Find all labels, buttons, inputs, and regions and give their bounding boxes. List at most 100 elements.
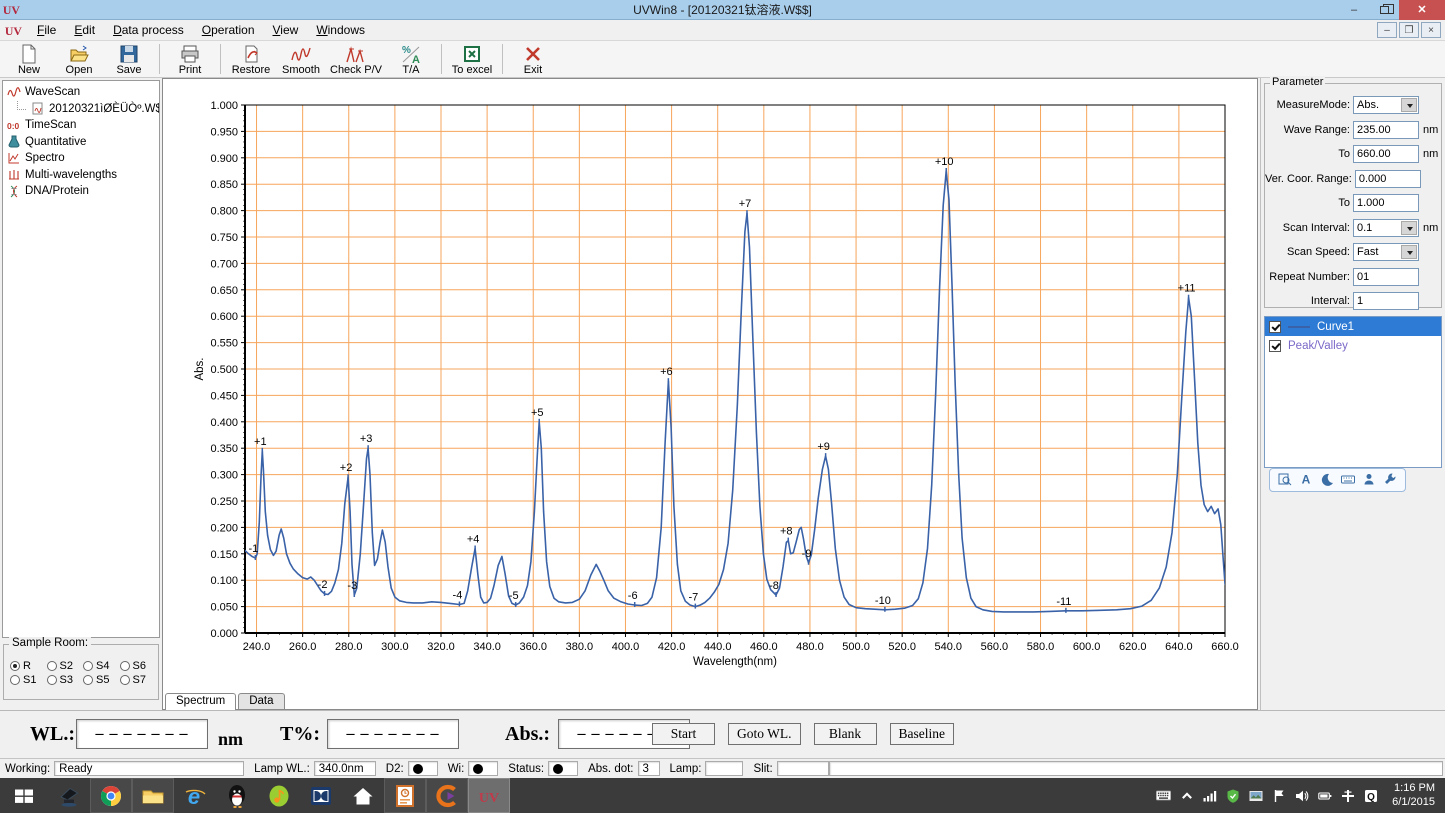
home-app[interactable]: [342, 778, 384, 813]
chart-tool-strip: A: [1269, 468, 1406, 492]
text-icon[interactable]: A: [1298, 472, 1314, 488]
select-scan-speed[interactable]: Fast: [1353, 243, 1419, 261]
status-label-working: Working:: [5, 763, 50, 775]
sidebar-item-timescan[interactable]: 0:0TimeScan: [3, 117, 159, 134]
caj-viewer-app[interactable]: [426, 778, 468, 813]
sample-room-option-s4[interactable]: S4: [83, 659, 118, 673]
qq-music-app[interactable]: [258, 778, 300, 813]
volume-icon[interactable]: [1294, 788, 1309, 803]
to-excel-button[interactable]: To excel: [447, 41, 497, 77]
minimize-button[interactable]: –: [1339, 0, 1369, 20]
input-to[interactable]: 1.000: [1353, 194, 1419, 212]
sidebar-item-quantitative[interactable]: Quantitative: [3, 134, 159, 151]
input-wave-range[interactable]: 235.00: [1353, 121, 1419, 139]
ime-cross-icon[interactable]: [1340, 788, 1355, 803]
baseline-button[interactable]: Baseline: [890, 723, 955, 745]
menu-file[interactable]: File: [28, 21, 65, 39]
menu-operation[interactable]: Operation: [193, 21, 264, 39]
qq-app[interactable]: [216, 778, 258, 813]
menu-edit[interactable]: Edit: [65, 21, 104, 39]
new-button[interactable]: New: [4, 41, 54, 77]
sample-room-option-s7[interactable]: S7: [120, 673, 155, 687]
night-icon[interactable]: [1319, 472, 1335, 488]
sample-room-option-s5[interactable]: S5: [83, 673, 118, 687]
svg-text:260.0: 260.0: [289, 641, 317, 653]
keyboard-small-icon[interactable]: [1340, 472, 1356, 488]
photos-tray-icon[interactable]: [1248, 788, 1263, 803]
svg-text:380.0: 380.0: [566, 641, 594, 653]
internet-explorer-app[interactable]: e: [174, 778, 216, 813]
office-tool-app[interactable]: [384, 778, 426, 813]
antivirus-shield-icon[interactable]: [1225, 788, 1240, 803]
sidebar-item-multi-wavelengths[interactable]: Multi-wavelengths: [3, 167, 159, 184]
menu-view[interactable]: View: [264, 21, 308, 39]
restore-button[interactable]: Restore: [226, 41, 276, 77]
t-a-button[interactable]: %AT/A: [386, 41, 436, 77]
power-battery-icon[interactable]: [1317, 788, 1332, 803]
wrench-icon[interactable]: [1382, 472, 1398, 488]
save-button[interactable]: Save: [104, 41, 154, 77]
sidebar-item-dna-protein[interactable]: DNA/Protein: [3, 183, 159, 200]
sample-room-group: Sample Room: RS2S4S6S1S3S5S7: [3, 644, 159, 700]
exit-button[interactable]: Exit: [508, 41, 558, 77]
select-scan-interval[interactable]: 0.1: [1353, 219, 1419, 237]
wl-readout-field[interactable]: – – – – – – –: [76, 719, 208, 749]
menu-windows[interactable]: Windows: [307, 21, 374, 39]
select-measuremode[interactable]: Abs.: [1353, 96, 1419, 114]
print-button[interactable]: Print: [165, 41, 215, 77]
toolbar-button-label: To excel: [452, 64, 492, 76]
scanner-app[interactable]: [48, 778, 90, 813]
check-p-v-button[interactable]: Check P/V: [326, 41, 386, 77]
param-row: Scan Speed:Fast: [1265, 240, 1441, 265]
svg-text:0.500: 0.500: [210, 364, 238, 376]
spectrum-plot[interactable]: 0.0000.0500.1000.1500.2000.2500.3000.350…: [163, 79, 1257, 709]
legend-item-peak-valley[interactable]: Peak/Valley: [1265, 336, 1441, 355]
radio-label: S3: [60, 674, 73, 686]
child-restore-button[interactable]: ❐: [1399, 22, 1419, 38]
svg-text:+7: +7: [739, 198, 752, 210]
child-minimize-button[interactable]: –: [1377, 22, 1397, 38]
input-to[interactable]: 660.00: [1353, 145, 1419, 163]
sample-room-option-s3[interactable]: S3: [47, 673, 82, 687]
restore-button[interactable]: [1369, 0, 1399, 20]
child-close-button[interactable]: ×: [1421, 22, 1441, 38]
sidebar-item-spectro[interactable]: Spectro: [3, 150, 159, 167]
show-hidden-icons[interactable]: [1179, 788, 1194, 803]
zoom-box-icon[interactable]: [1277, 472, 1293, 488]
close-button[interactable]: ✕: [1399, 0, 1445, 20]
tab-spectrum[interactable]: Spectrum: [165, 693, 236, 710]
goto-wl-button[interactable]: Goto WL.: [728, 723, 801, 745]
input-ver-coor-range[interactable]: 0.000: [1355, 170, 1421, 188]
open-button[interactable]: Open: [54, 41, 104, 77]
chrome-app[interactable]: [90, 778, 132, 813]
input-repeat-number[interactable]: 01: [1353, 268, 1419, 286]
dolby-app[interactable]: [300, 778, 342, 813]
menu-data-process[interactable]: Data process: [104, 21, 193, 39]
action-center-flag-icon[interactable]: [1271, 788, 1286, 803]
qq-tray-icon[interactable]: Q: [1363, 788, 1378, 803]
visibility-checkbox[interactable]: [1269, 321, 1281, 333]
input-interval[interactable]: 1: [1353, 292, 1419, 310]
tab-data[interactable]: Data: [238, 693, 284, 709]
sidebar-item-wavescan[interactable]: WaveScan: [3, 84, 159, 101]
sample-room-option-s2[interactable]: S2: [47, 659, 82, 673]
radio-button: [47, 661, 57, 671]
t-percent-readout-field[interactable]: – – – – – – –: [327, 719, 459, 749]
sample-room-option-r[interactable]: R: [10, 659, 45, 673]
sample-room-option-s1[interactable]: S1: [10, 673, 45, 687]
start-button[interactable]: [0, 778, 48, 813]
uvwin-app[interactable]: UV: [468, 778, 510, 813]
blank-button[interactable]: Blank: [814, 723, 877, 745]
network-signal-icon[interactable]: [1202, 788, 1217, 803]
start-button[interactable]: Start: [652, 723, 715, 745]
smooth-button[interactable]: Smooth: [276, 41, 326, 77]
file-explorer-app[interactable]: [132, 778, 174, 813]
touch-keyboard-icon[interactable]: [1156, 788, 1171, 803]
spectrum-chart-panel[interactable]: 0.0000.0500.1000.1500.2000.2500.3000.350…: [162, 78, 1258, 710]
svg-text:0.600: 0.600: [210, 311, 238, 323]
visibility-checkbox[interactable]: [1269, 340, 1281, 352]
sample-room-option-s6[interactable]: S6: [120, 659, 155, 673]
sidebar-item-20120321-w[interactable]: 20120321ìØÈÜÒº.W$$: [3, 101, 159, 118]
user-icon[interactable]: [1361, 472, 1377, 488]
legend-item-curve1[interactable]: Curve1: [1265, 317, 1441, 336]
